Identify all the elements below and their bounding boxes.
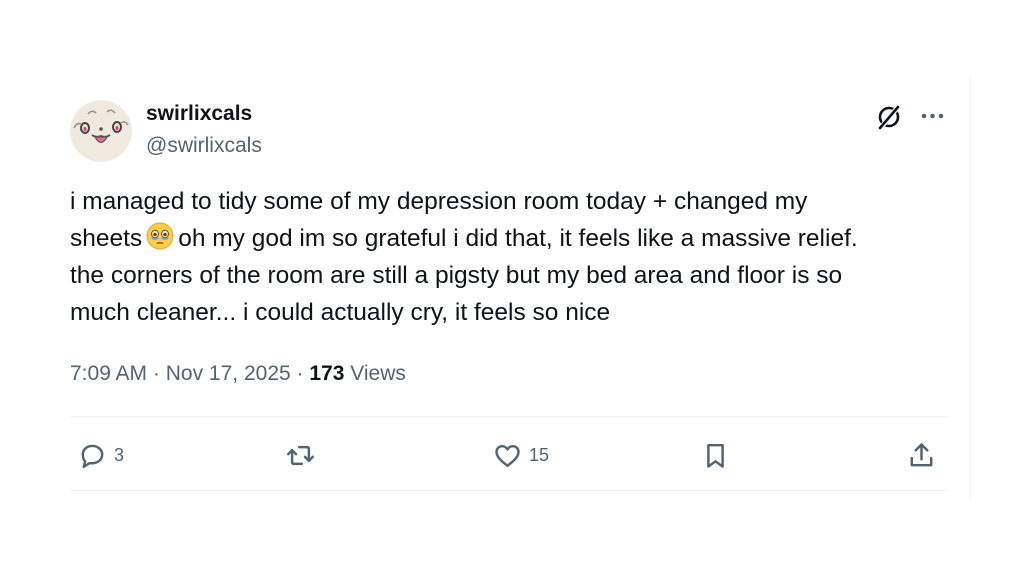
timeline-border xyxy=(970,76,971,500)
repost-icon xyxy=(287,445,314,465)
views-label: Views xyxy=(350,362,406,385)
author-display-name[interactable]: swirlixcals xyxy=(146,102,252,126)
author-handle[interactable]: @swirlixcals xyxy=(146,134,262,158)
avatar-image xyxy=(70,100,132,162)
tweet-time[interactable]: 7:09 AM xyxy=(70,362,147,385)
divider xyxy=(70,490,948,491)
tweet-text-line: the corners of the room are still a pigs… xyxy=(70,262,843,289)
divider xyxy=(70,416,948,417)
repost-button[interactable] xyxy=(285,438,316,472)
tweet-metadata: 7:09 AM · Nov 17, 2025 · 173 Views xyxy=(70,362,406,386)
tweet-date[interactable]: Nov 17, 2025 xyxy=(166,362,291,385)
tweet-text-line: sheets oh my god im so grateful i did th… xyxy=(70,220,950,257)
tweet-text: i managed to tidy some of my depression … xyxy=(70,183,950,331)
tweet-text-line: much cleaner... i could actually cry, it… xyxy=(70,299,611,326)
holding-back-tears-emoji-icon xyxy=(146,222,174,250)
reply-icon xyxy=(81,444,104,468)
bookmark-button[interactable] xyxy=(700,438,731,472)
reply-count: 3 xyxy=(114,444,125,465)
tweet-text-segment: oh my god im so grateful i did that, it … xyxy=(178,225,858,252)
avatar[interactable] xyxy=(70,100,132,162)
reply-button[interactable]: 3 xyxy=(77,438,124,472)
tweet-text-line: i managed to tidy some of my depression … xyxy=(70,188,808,215)
like-count: 15 xyxy=(529,444,550,465)
meta-separator: · xyxy=(152,362,160,385)
views-count[interactable]: 173 xyxy=(309,362,344,385)
more-options-icon[interactable] xyxy=(918,104,948,128)
like-button[interactable]: 15 xyxy=(492,438,549,472)
heart-icon xyxy=(495,444,520,467)
tweet-text-segment: sheets xyxy=(70,225,143,252)
share-button[interactable] xyxy=(906,438,937,472)
share-icon xyxy=(910,442,933,466)
meta-separator: · xyxy=(296,362,304,385)
bookmark-icon xyxy=(707,443,724,468)
grok-icon[interactable] xyxy=(874,102,904,132)
